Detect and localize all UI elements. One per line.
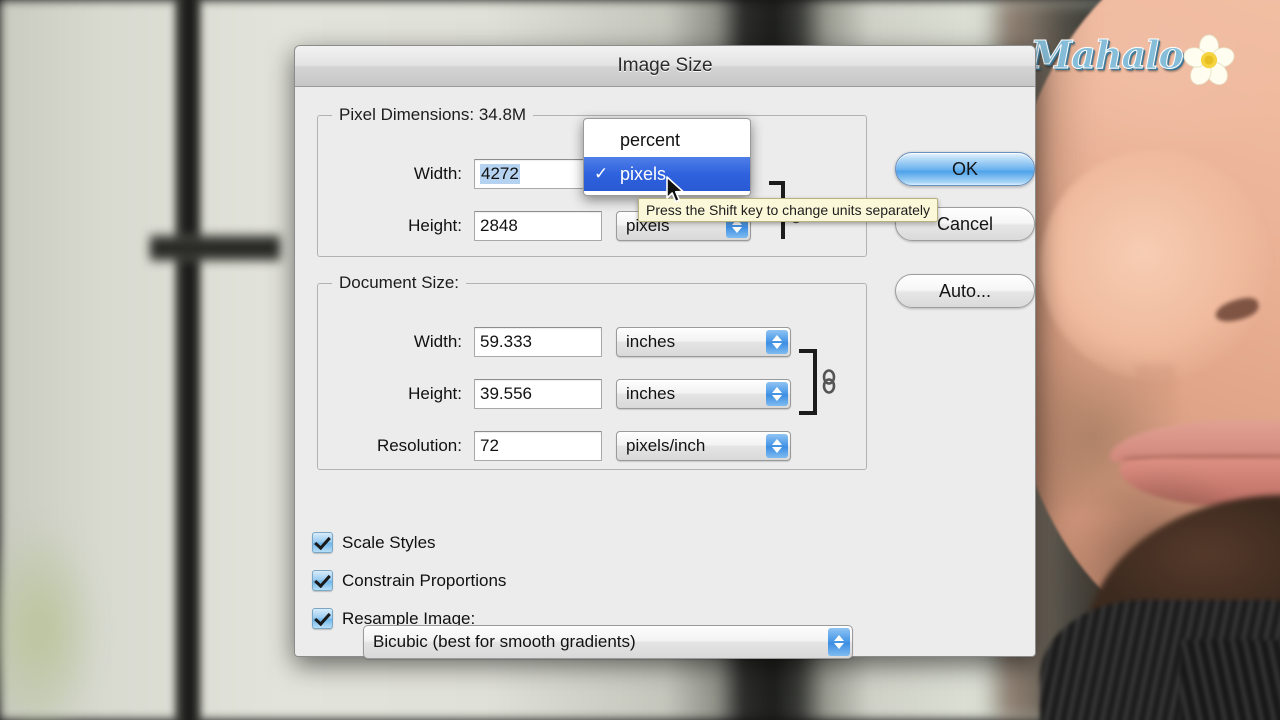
doc-height-unit-select[interactable]: inches [616,379,791,409]
menu-item-percent[interactable]: percent [584,123,750,157]
document-size-link [795,345,841,419]
resample-method-select[interactable]: Bicubic (best for smooth gradients) [363,625,853,659]
face-nose [1040,150,1270,380]
ok-button[interactable]: OK [895,152,1035,186]
resample-method-value: Bicubic (best for smooth gradients) [373,632,636,651]
stepper-arrows-icon[interactable] [828,628,850,656]
doc-resolution-unit-select[interactable]: pixels/inch [616,431,791,461]
background-foliage [0,520,100,720]
scale-styles-checkbox[interactable] [312,532,333,553]
constrain-proportions-option[interactable]: Constrain Proportions [312,570,506,591]
doc-resolution-unit-value: pixels/inch [626,436,706,455]
doc-width-label: Width: [413,332,462,351]
doc-width-unit-value: inches [626,332,676,351]
person-shirt-fold [1180,640,1280,720]
dialog-title: Image Size [617,55,713,76]
pixel-width-label: Width: [413,164,462,183]
stepper-arrows-icon[interactable] [766,382,788,406]
pixel-height-value: 2848 [480,216,518,235]
doc-resolution-input[interactable]: 72 [474,431,602,461]
cancel-button-label: Cancel [936,213,994,234]
mouse-cursor-icon [666,176,684,203]
doc-resolution-row: Resolution: 72 pixels/inch [317,431,791,461]
doc-width-unit-select[interactable]: inches [616,327,791,357]
doc-height-label: Height: [408,384,462,403]
constrain-proportions-checkbox[interactable] [312,570,333,591]
auto-button-label: Auto... [938,280,992,301]
pixel-dimensions-label: Pixel Dimensions: 34.8M [332,105,534,125]
stepper-arrows-icon[interactable] [766,434,788,458]
ok-button-label: OK [951,158,978,179]
chain-link-icon [799,349,836,415]
auto-button[interactable]: Auto... [895,274,1035,308]
pixel-width-value: 4272 [480,164,520,184]
doc-height-value: 39.556 [480,384,532,403]
doc-height-input[interactable]: 39.556 [474,379,602,409]
doc-resolution-value: 72 [480,436,499,455]
doc-width-value: 59.333 [480,332,532,351]
doc-width-input[interactable]: 59.333 [474,327,602,357]
scale-styles-label: Scale Styles [342,532,436,552]
doc-height-unit-value: inches [626,384,676,403]
menu-item-percent-label: percent [620,129,681,150]
menu-item-pixels-label: pixels [620,163,667,184]
dialog-titlebar[interactable]: Image Size [295,46,1035,87]
background-post-crossbar [150,235,280,261]
pixel-height-label: Height: [408,216,462,235]
doc-width-row: Width: 59.333 inches [317,327,791,357]
mahalo-wordmark: Mahalo [1030,32,1185,78]
document-size-label: Document Size: [332,273,466,293]
doc-resolution-label: Resolution: [376,436,462,455]
face-philtrum [1135,365,1175,425]
background-post [175,0,201,720]
plumeria-flower-icon [1183,34,1235,86]
scale-styles-option[interactable]: Scale Styles [312,532,436,553]
checkmark-icon: ✓ [594,164,609,183]
stepper-arrows-icon[interactable] [766,330,788,354]
doc-height-row: Height: 39.556 inches [317,379,791,409]
resample-image-checkbox[interactable] [312,608,333,629]
constrain-proportions-label: Constrain Proportions [342,570,507,590]
mahalo-watermark: Mahalo [1030,28,1240,90]
pixel-height-input[interactable]: 2848 [474,211,602,241]
